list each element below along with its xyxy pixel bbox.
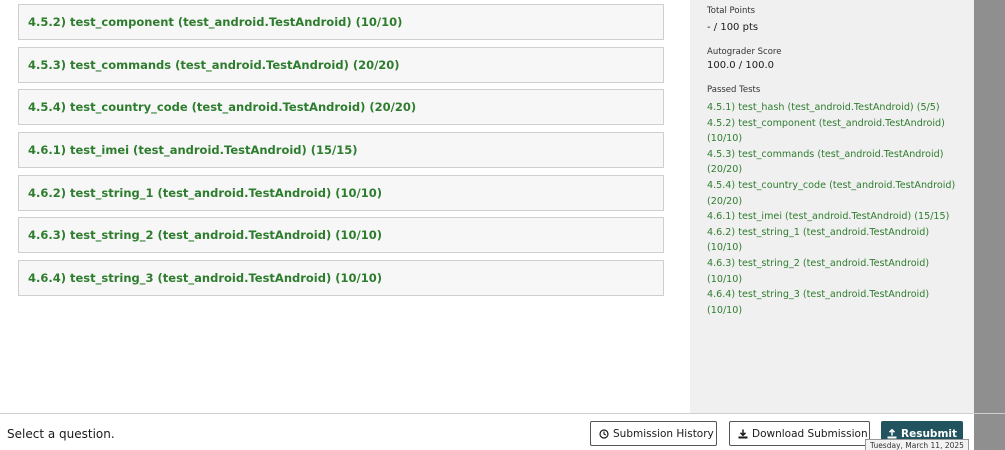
test-item-4-5-3[interactable]: 4.5.3) test_commands (test_android.TestA… [18, 47, 664, 83]
passed-test-link[interactable]: 4.6.2) test_string_1 (test_android.TestA… [707, 225, 965, 256]
passed-test-link[interactable]: 4.5.1) test_hash (test_android.TestAndro… [707, 100, 965, 116]
download-submission-label: Download Submission [752, 427, 868, 440]
score-sidebar: Total Points - / 100 pts Autograder Scor… [690, 0, 974, 413]
download-icon [738, 429, 748, 439]
passed-test-link[interactable]: 4.5.3) test_commands (test_android.TestA… [707, 147, 965, 163]
scrollbar-track-bottom [974, 414, 1005, 450]
download-submission-button[interactable]: Download Submission [729, 421, 870, 446]
test-item-4-5-2[interactable]: 4.5.2) test_component (test_android.Test… [18, 4, 664, 40]
test-item-4-6-1[interactable]: 4.6.1) test_imei (test_android.TestAndro… [18, 132, 664, 168]
test-results-panel: 4.5.2) test_component (test_android.Test… [0, 0, 690, 413]
passed-tests-list: 4.5.1) test_hash (test_android.TestAndro… [707, 100, 965, 318]
upload-icon [887, 428, 897, 439]
scrollbar-track[interactable] [974, 0, 1005, 413]
test-item-4-5-4[interactable]: 4.5.4) test_country_code (test_android.T… [18, 89, 664, 125]
passed-test-link[interactable]: (10/10) [707, 131, 965, 147]
passed-test-link[interactable]: 4.6.3) test_string_2 (test_android.TestA… [707, 256, 965, 287]
resubmit-label: Resubmit [901, 427, 958, 440]
submission-history-button[interactable]: Submission History [590, 421, 717, 446]
passed-test-link[interactable]: 4.5.2) test_component (test_android.Test… [707, 116, 965, 132]
test-item-4-6-2[interactable]: 4.6.2) test_string_1 (test_android.TestA… [18, 175, 664, 211]
test-item-4-6-3[interactable]: 4.6.3) test_string_2 (test_android.TestA… [18, 217, 664, 253]
total-points-label: Total Points [707, 6, 756, 16]
passed-test-link[interactable]: 4.6.1) test_imei (test_android.TestAndro… [707, 209, 965, 225]
passed-tests-label: Passed Tests [707, 85, 761, 95]
autograder-score-value: 100.0 / 100.0 [707, 60, 774, 71]
passed-test-link[interactable]: (20/20) [707, 162, 965, 178]
passed-test-link[interactable]: 4.5.4) test_country_code (test_android.T… [707, 178, 965, 194]
action-bar: Select a question. Submission History Do… [0, 413, 1005, 450]
select-question-prompt: Select a question. [7, 427, 115, 441]
total-points-value: - / 100 pts [707, 22, 759, 33]
clock-icon [599, 428, 609, 439]
date-tooltip: Tuesday, March 11, 2025 [865, 439, 969, 450]
submission-history-label: Submission History [613, 427, 714, 440]
test-item-4-6-4[interactable]: 4.6.4) test_string_3 (test_android.TestA… [18, 260, 664, 296]
autograder-score-label: Autograder Score [707, 47, 782, 57]
passed-test-link[interactable]: 4.6.4) test_string_3 (test_android.TestA… [707, 287, 965, 318]
passed-test-link[interactable]: (20/20) [707, 194, 965, 210]
